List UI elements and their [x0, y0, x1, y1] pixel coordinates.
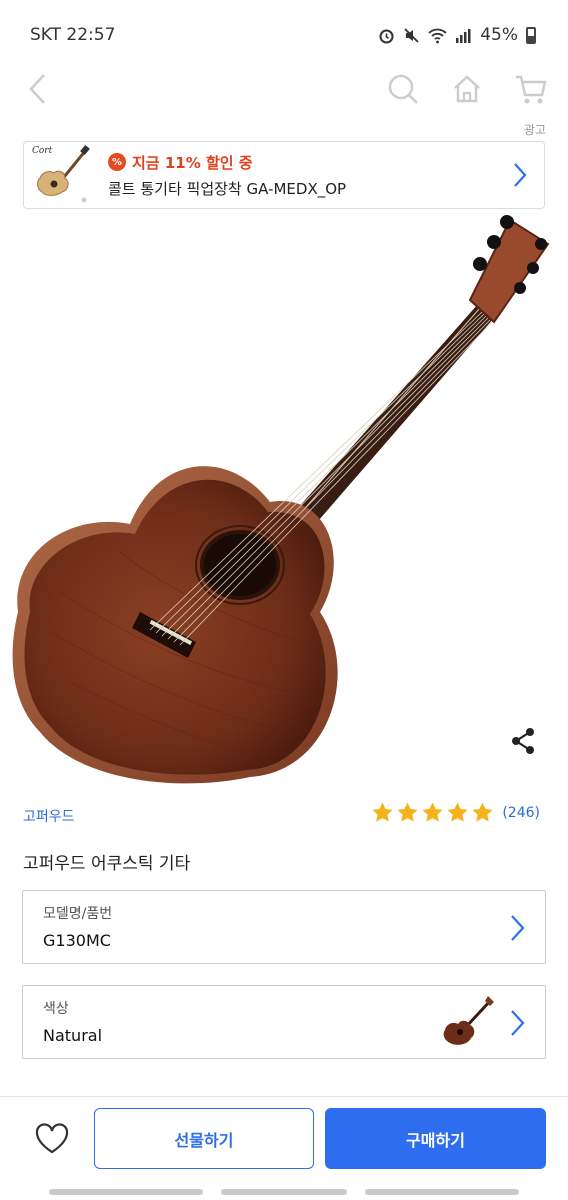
wifi-icon: [428, 28, 447, 43]
home-button[interactable]: [450, 72, 484, 106]
search-icon: [388, 74, 418, 104]
gesture-pill: [365, 1189, 519, 1195]
battery-icon: [526, 26, 536, 44]
navigation-gesture-bar: [0, 1184, 568, 1200]
battery-percent: 45%: [480, 25, 518, 45]
status-icons: 45%: [378, 25, 536, 45]
guitar-image: [12, 215, 550, 784]
rating[interactable]: (246): [371, 801, 540, 824]
ad-product-name: 콜트 통기타 픽업장착 GA-MEDX_OP: [108, 179, 347, 198]
wishlist-button[interactable]: [30, 1119, 74, 1159]
product-image[interactable]: [0, 212, 568, 788]
chevron-right-icon: [511, 915, 525, 941]
buy-button[interactable]: 구매하기: [325, 1108, 546, 1169]
ad-brand-logo: Cort: [32, 146, 53, 156]
option-label: 모델명/품번: [43, 906, 113, 922]
chevron-left-icon: [29, 74, 45, 104]
option-value: G130MC: [43, 931, 111, 950]
rating-count: (246): [502, 804, 540, 821]
share-button[interactable]: [506, 724, 540, 758]
discount-badge-icon: %: [108, 153, 126, 171]
ad-thumbnail: Cort: [30, 144, 92, 206]
star-icon: [422, 802, 443, 822]
ad-chevron-icon: [508, 160, 532, 190]
home-icon: [454, 75, 480, 103]
brand-link[interactable]: 고퍼우드: [23, 806, 75, 826]
carrier-time: SKT 22:57: [30, 25, 116, 45]
status-bar: SKT 22:57 45%: [0, 0, 568, 70]
star-icon: [397, 802, 418, 822]
gesture-pill: [221, 1189, 347, 1195]
ad-label: 광고: [523, 123, 546, 137]
gesture-pill: [49, 1189, 203, 1195]
chevron-right-icon: [511, 1010, 525, 1036]
back-button[interactable]: [20, 72, 54, 106]
model-option[interactable]: 모델명/품번 G130MC: [22, 890, 546, 964]
star-icon: [372, 802, 393, 822]
mute-icon: [404, 27, 419, 43]
color-thumbnail-image: [443, 996, 494, 1045]
alarm-icon: [379, 29, 394, 43]
cart-button[interactable]: [514, 72, 548, 106]
color-option[interactable]: 색상 Natural: [22, 985, 546, 1059]
product-title: 고퍼우드 어쿠스틱 기타: [23, 854, 191, 874]
star-icon: [472, 802, 493, 822]
cart-icon: [516, 75, 547, 104]
top-nav: [0, 62, 568, 116]
signal-icon: [456, 28, 471, 43]
ad-discount-row: % 지금 11% 할인 중: [108, 152, 508, 173]
heart-icon: [35, 1123, 69, 1154]
ad-banner[interactable]: Cort % 지금 11% 할인 중 콜트 통기타 픽업장착 GA-MEDX_O…: [23, 141, 545, 209]
star-icon: [447, 802, 468, 822]
share-icon: [512, 728, 534, 754]
gift-button[interactable]: 선물하기: [94, 1108, 314, 1169]
search-button[interactable]: [386, 72, 420, 106]
ad-discount-text: 지금 11% 할인 중: [132, 153, 253, 172]
